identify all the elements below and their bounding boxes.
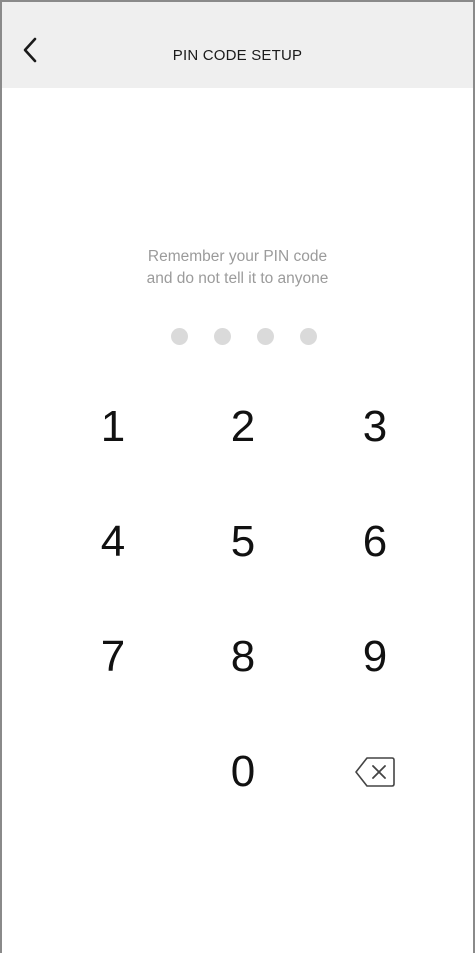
pin-instruction-line-2: and do not tell it to anyone — [146, 270, 329, 287]
key-7[interactable]: 7 — [58, 612, 168, 702]
key-6[interactable]: 6 — [320, 497, 430, 587]
back-button[interactable] — [16, 35, 46, 65]
key-3[interactable]: 3 — [320, 382, 430, 472]
pin-instruction: Remember your PIN code and do not tell i… — [2, 246, 473, 290]
key-5[interactable]: 5 — [188, 497, 298, 587]
page-title: PIN CODE SETUP — [172, 47, 303, 64]
backspace-icon — [355, 757, 395, 787]
key-4[interactable]: 4 — [58, 497, 168, 587]
pin-dot-1 — [171, 328, 188, 345]
app-screen: PIN CODE SETUP Remember your PIN code an… — [0, 0, 475, 953]
top-bar: PIN CODE SETUP — [2, 2, 473, 88]
pin-dot-4 — [300, 328, 317, 345]
key-8[interactable]: 8 — [188, 612, 298, 702]
key-0[interactable]: 0 — [188, 727, 298, 817]
pin-dot-2 — [214, 328, 231, 345]
pin-dot-3 — [257, 328, 274, 345]
pin-instruction-line-1: Remember your PIN code — [147, 248, 328, 265]
backspace-button[interactable] — [320, 727, 430, 817]
key-1[interactable]: 1 — [58, 382, 168, 472]
pin-dots — [171, 328, 317, 345]
chevron-left-icon — [23, 37, 37, 63]
key-2[interactable]: 2 — [188, 382, 298, 472]
key-9[interactable]: 9 — [320, 612, 430, 702]
